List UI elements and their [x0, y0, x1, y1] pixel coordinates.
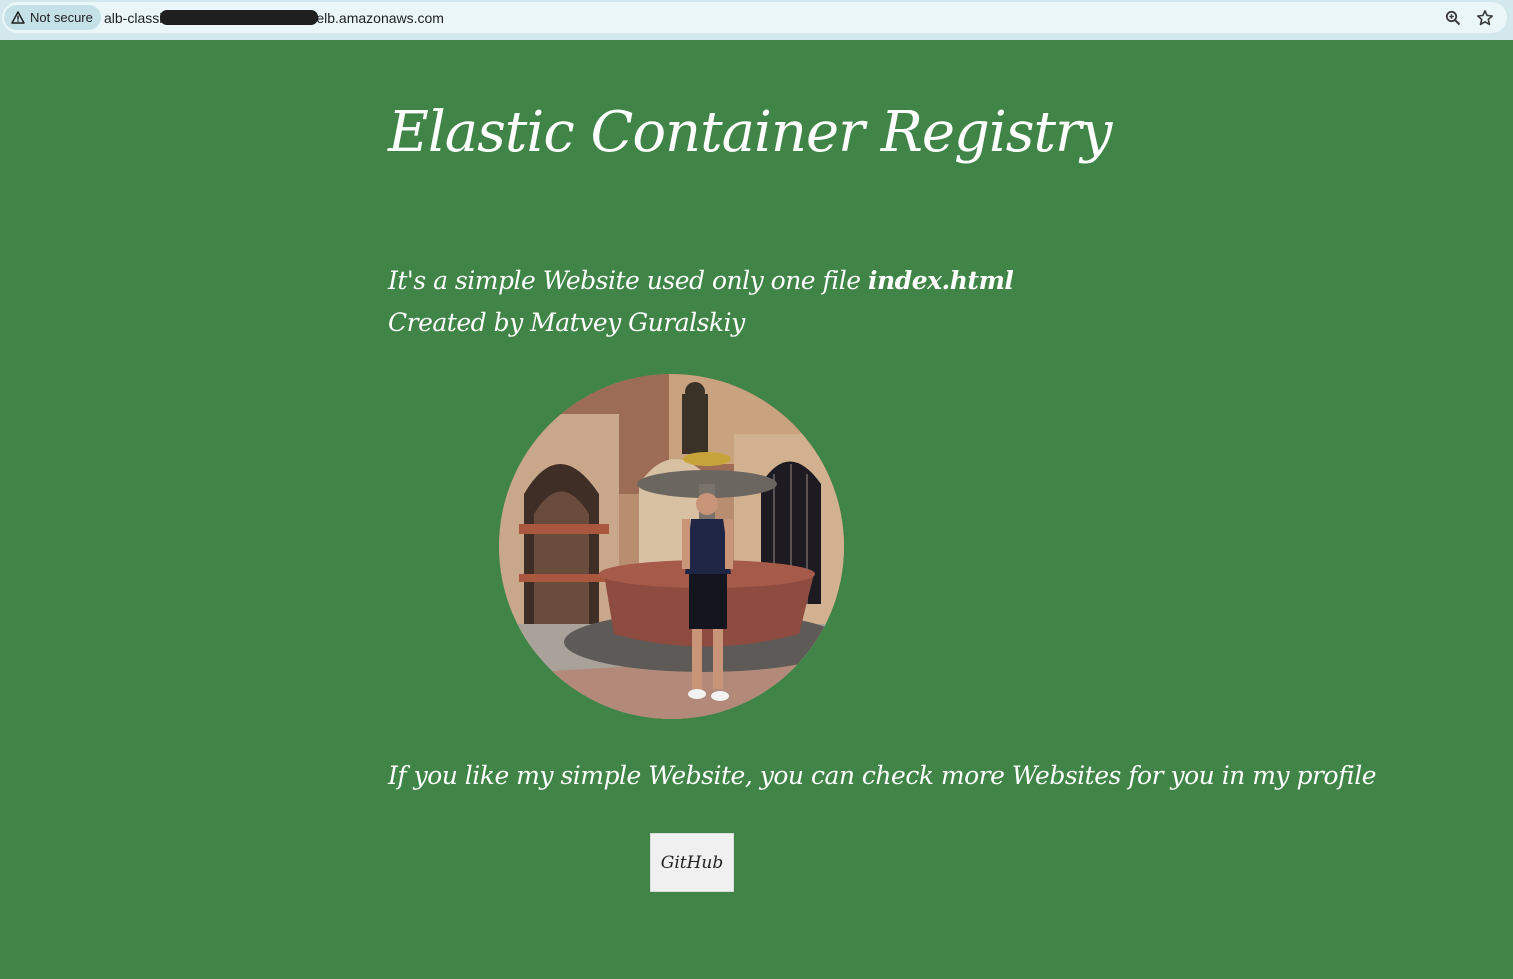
bookmark-star-icon[interactable] — [1475, 8, 1495, 28]
profile-photo — [499, 374, 844, 719]
github-button[interactable]: GitHub — [650, 833, 734, 892]
warning-icon — [11, 11, 25, 24]
intro-text: It's a simple Website used only one file… — [388, 260, 1014, 344]
profile-photo-image — [499, 374, 844, 719]
intro-line-2: Created by Matvey Guralskiy — [388, 308, 745, 337]
address-bar[interactable]: Not secure alb-classi elb.amazonaws.com — [2, 2, 1507, 33]
browser-toolbar: Not secure alb-classi elb.amazonaws.com — [0, 0, 1513, 40]
intro-line-1: It's a simple Website used only one file… — [388, 260, 1014, 302]
intro-filename: index.html — [868, 266, 1014, 295]
profile-callout-text: If you like my simple Website, you can c… — [388, 761, 1377, 790]
url-text[interactable]: alb-classi elb.amazonaws.com — [104, 2, 444, 33]
url-prefix: alb-classi — [104, 9, 163, 26]
security-chip[interactable]: Not secure — [4, 5, 101, 30]
url-redaction — [160, 10, 319, 25]
page-title: Elastic Container Registry — [388, 100, 1112, 165]
url-suffix: elb.amazonaws.com — [316, 9, 444, 26]
zoom-icon[interactable] — [1443, 8, 1463, 28]
security-chip-label: Not secure — [30, 10, 93, 25]
intro-line-1-text: It's a simple Website used only one file — [388, 266, 869, 295]
